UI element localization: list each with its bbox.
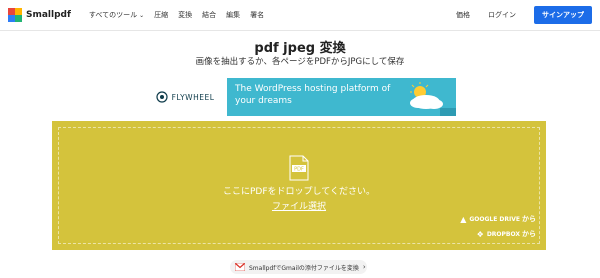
- pdf-file-icon: PDF: [289, 155, 309, 181]
- ad-brand: FLYWHEEL: [171, 92, 215, 102]
- nav-edit[interactable]: 編集: [226, 10, 240, 20]
- choose-file-label[interactable]: ファイル選択: [272, 202, 326, 212]
- logo[interactable]: Smallpdf: [8, 8, 71, 22]
- brand-name: Smallpdf: [26, 10, 71, 20]
- header-actions: 価格 ログイン サインアップ: [456, 0, 592, 30]
- ad-banner[interactable]: FLYWHEEL The WordPress hosting platform …: [143, 78, 456, 116]
- chevron-down-icon: ⌄: [139, 12, 145, 19]
- dropbox-suffix: から: [522, 230, 536, 238]
- main-nav: すべてのツール ⌄ 圧縮 変換 結合 編集 署名: [89, 10, 274, 20]
- pdf-file-label: PDF: [294, 167, 304, 173]
- choose-file-link[interactable]: ファイル選択: [52, 199, 546, 212]
- google-drive-suffix: から: [522, 215, 536, 223]
- gmail-icon: [235, 263, 245, 271]
- nav-sign[interactable]: 署名: [250, 10, 264, 20]
- page-subtitle: 画像を抽出するか、各ページをPDFからJPGにして保存: [195, 57, 405, 67]
- dropbox-button[interactable]: ❖ DROPBOX から: [477, 229, 536, 239]
- drop-prompt: ここにPDFをドロップしてください。: [223, 187, 375, 197]
- smallpdf-logo-icon: [8, 8, 22, 22]
- signup-button[interactable]: サインアップ: [534, 6, 592, 24]
- pricing-link[interactable]: 価格: [456, 10, 470, 20]
- flywheel-icon: [155, 91, 168, 103]
- ad-logo: FLYWHEEL: [143, 78, 227, 116]
- google-drive-icon: ▲: [460, 214, 467, 224]
- chevron-right-icon: ›: [362, 263, 366, 271]
- google-drive-label: GOOGLE DRIVE: [469, 215, 520, 223]
- gmail-integration-chip[interactable]: SmallpdfでGmailの添付ファイルを変換 ›: [230, 260, 367, 274]
- dropbox-icon: ❖: [476, 229, 484, 239]
- nav-convert[interactable]: 変換: [178, 10, 192, 20]
- file-drop-zone[interactable]: PDF ここにPDFをドロップしてください。 ファイル選択 ▲ GOOGLE D…: [52, 121, 546, 250]
- login-link[interactable]: ログイン: [488, 10, 516, 20]
- nav-compress[interactable]: 圧縮: [154, 10, 168, 20]
- nav-all-tools-label: すべてのツール: [88, 11, 138, 19]
- gmail-chip-label: SmallpdfでGmailの添付ファイルを変換: [249, 264, 359, 272]
- sun-cloud-illustration: [410, 82, 456, 116]
- nav-merge[interactable]: 結合: [202, 10, 216, 20]
- page-title: pdf jpeg 変換: [254, 41, 346, 56]
- dropbox-label: DROPBOX: [486, 230, 520, 238]
- top-navigation-bar: Smallpdf すべてのツール ⌄ 圧縮 変換 結合 編集 署名 価格 ログイン…: [0, 0, 600, 31]
- ad-headline: The WordPress hosting platform of your d…: [235, 84, 391, 106]
- google-drive-button[interactable]: ▲ GOOGLE DRIVE から: [460, 214, 536, 224]
- nav-all-tools[interactable]: すべてのツール ⌄: [89, 10, 144, 20]
